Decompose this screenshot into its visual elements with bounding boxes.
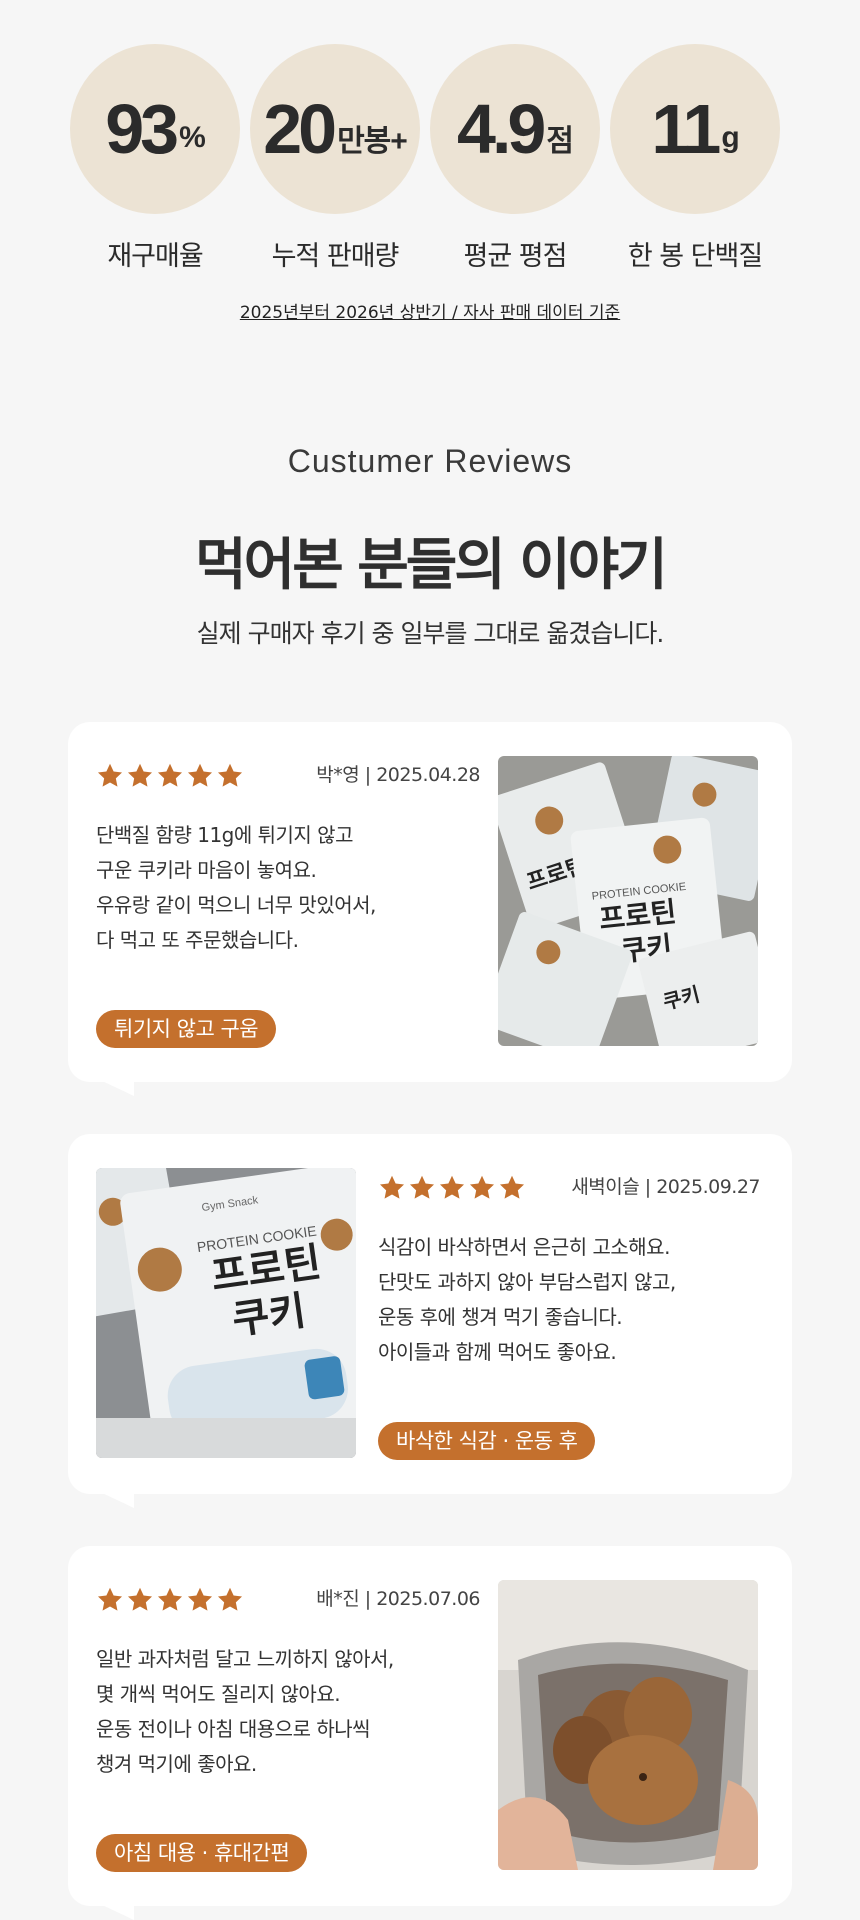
stat-unit: 점 (546, 125, 574, 158)
stat-unit: g (721, 121, 739, 154)
stat-circle-protein: 11 g (610, 44, 780, 214)
product-pouch-closeup-photo[interactable]: Gym Snack PROTEIN COOKIE 프로틴 쿠키 (96, 1168, 356, 1458)
review-tag[interactable]: 바삭한 식감 · 운동 후 (378, 1422, 596, 1460)
review-text: 단백질 함량 11g에 튀기지 않고 구운 쿠키라 마음이 놓여요. 우유랑 같… (96, 818, 376, 958)
star-icon (217, 1587, 243, 1611)
section-description: 실제 구매자 후기 중 일부를 그대로 옮겼습니다. (196, 619, 665, 648)
stat-value: 20 (263, 90, 337, 168)
speech-tail (100, 1492, 134, 1508)
speech-tail (100, 1904, 134, 1920)
star-icon (97, 763, 123, 787)
stat-value: 93 (105, 90, 179, 168)
review-tag[interactable]: 튀기지 않고 구움 (96, 1010, 277, 1048)
review-line: 단맛도 과하지 않아 부담스럽지 않고, (378, 1270, 676, 1294)
stat-unit: % (179, 121, 206, 154)
review-line: 운동 전이나 아침 대용으로 하나씩 (96, 1717, 371, 1741)
review-line: 일반 과자처럼 달고 느끼하지 않아서, (96, 1647, 394, 1671)
review-text: 식감이 바삭하면서 은근히 고소해요. 단맛도 과하지 않아 부담스럽지 않고,… (378, 1230, 676, 1370)
star-icon (379, 1175, 405, 1199)
stat-label: 평균 평점 (463, 241, 568, 272)
star-rating (96, 1586, 244, 1614)
opened-pouch-cookies-photo[interactable] (498, 1580, 758, 1870)
review-line: 아이들과 함께 먹어도 좋아요. (378, 1340, 617, 1364)
stat-label: 재구매율 (107, 241, 203, 272)
review-meta: 새벽이슬 | 2025.09.27 (571, 1176, 760, 1198)
data-source-note: 2025년부터 2026년 상반기 / 자사 판매 데이터 기준 (239, 303, 621, 323)
star-icon (439, 1175, 465, 1199)
stat-circle-sales: 20 만봉+ (250, 44, 420, 214)
review-card: 박*영 | 2025.04.28 단백질 함량 11g에 튀기지 않고 구운 쿠… (68, 722, 792, 1096)
review-line: 우유랑 같이 먹으니 너무 맛있어서, (96, 893, 376, 917)
review-line: 다 먹고 또 주문했습니다. (96, 928, 299, 952)
star-icon (127, 1587, 153, 1611)
review-line: 챙겨 먹기에 좋아요. (96, 1752, 257, 1776)
star-icon (157, 763, 183, 787)
review-meta: 배*진 | 2025.07.06 (316, 1588, 480, 1610)
review-card: 배*진 | 2025.07.06 일반 과자처럼 달고 느끼하지 않아서, 몇 … (68, 1546, 792, 1920)
section-headline: 먹어본 분들의 이야기 (195, 533, 668, 598)
star-icon (97, 1587, 123, 1611)
star-icon (409, 1175, 435, 1199)
star-icon (499, 1175, 525, 1199)
stat-circle-rating: 4.9 점 (430, 44, 600, 214)
star-icon (187, 763, 213, 787)
star-rating (378, 1174, 526, 1202)
review-card: Gym Snack PROTEIN COOKIE 프로틴 쿠키 새벽이슬 | 2… (68, 1134, 792, 1508)
star-icon (187, 1587, 213, 1611)
product-pouches-photo[interactable]: 프로틴 PROTEIN COOKIE 프로틴 쿠키 쿠키 (498, 756, 758, 1046)
section-subtitle: Custumer Reviews (287, 443, 573, 479)
stat-unit: 만봉+ (337, 125, 408, 158)
stats-section: 93% 20 만봉+ 4.9 점 11 g 재구매율 누적 판매량 평균 평점 한 봉… (70, 44, 790, 272)
star-rating (96, 762, 244, 790)
review-tag[interactable]: 아침 대용 · 휴대간편 (96, 1834, 308, 1872)
review-meta: 박*영 | 2025.04.28 (316, 764, 480, 786)
review-line: 몇 개씩 먹어도 질리지 않아요. (96, 1682, 341, 1706)
stat-value: 11 (651, 90, 721, 168)
review-page: 93% 20 만봉+ 4.9 점 11 g 재구매율 누적 판매량 평균 평점 한 봉… (0, 0, 860, 1920)
stat-label: 한 봉 단백질 (627, 241, 763, 272)
review-line: 운동 후에 챙겨 먹기 좋습니다. (378, 1305, 623, 1329)
review-text: 일반 과자처럼 달고 느끼하지 않아서, 몇 개씩 먹어도 질리지 않아요. 운… (96, 1642, 394, 1782)
review-line: 구운 쿠키라 마음이 놓여요. (96, 858, 317, 882)
review-line: 단백질 함량 11g에 튀기지 않고 (96, 823, 353, 847)
speech-tail (100, 1080, 134, 1096)
star-icon (217, 763, 243, 787)
star-icon (469, 1175, 495, 1199)
star-icon (157, 1587, 183, 1611)
review-line: 식감이 바삭하면서 은근히 고소해요. (378, 1235, 670, 1259)
star-icon (127, 763, 153, 787)
stat-label: 누적 판매량 (271, 241, 400, 272)
stat-circle-repurchase: 93% (70, 44, 240, 214)
stat-value: 4.9 (457, 90, 546, 168)
